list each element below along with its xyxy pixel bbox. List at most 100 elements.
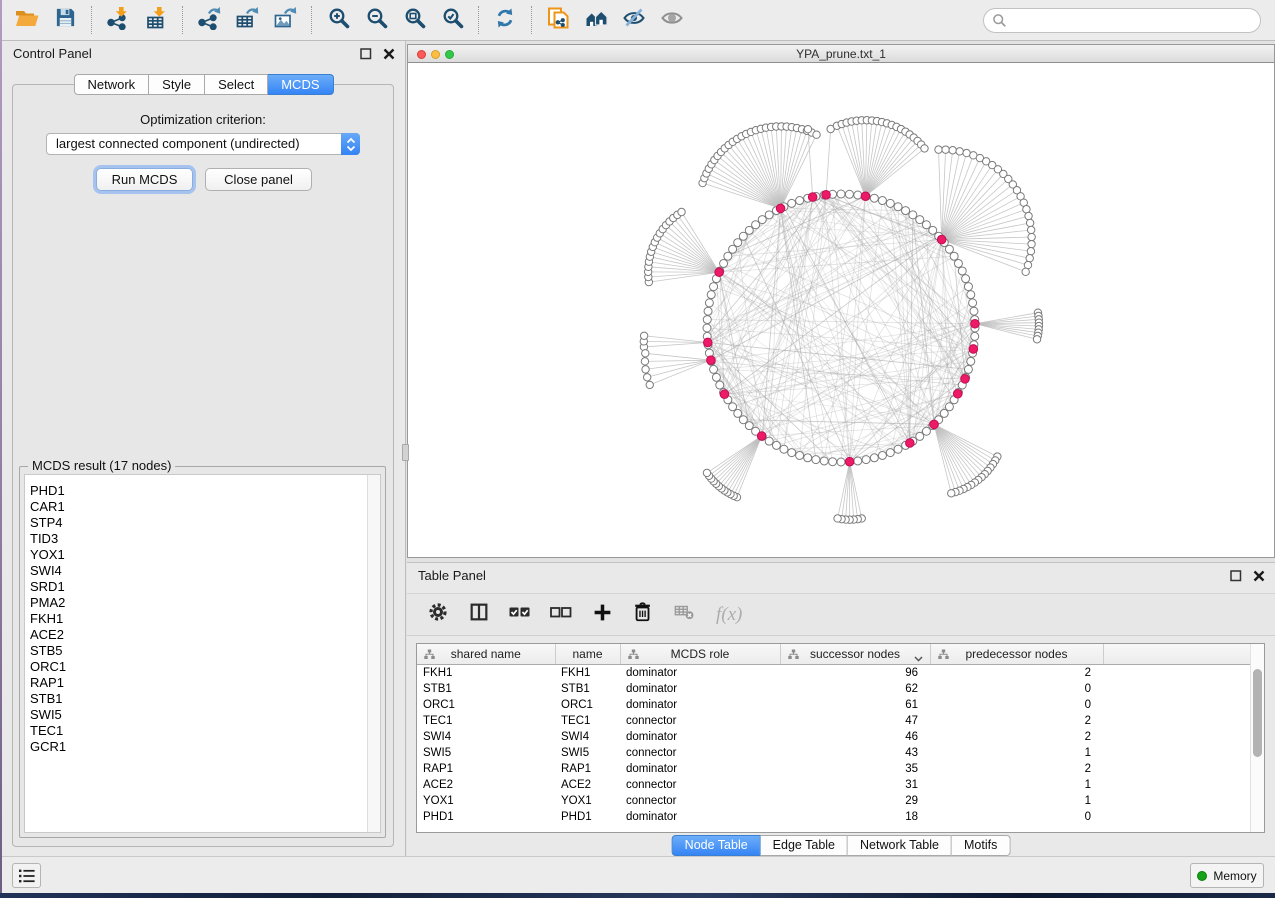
zoom-out-button[interactable] (357, 3, 395, 37)
function-builder-button[interactable]: f(x) (716, 604, 742, 626)
search-input[interactable] (1007, 11, 1260, 31)
graph-node[interactable] (729, 403, 737, 411)
graph-node[interactable] (765, 437, 773, 445)
split-columns-button[interactable] (466, 602, 492, 628)
graph-node[interactable] (922, 427, 930, 435)
mcds-node-item[interactable]: TID3 (30, 531, 380, 547)
graph-node[interactable] (710, 365, 718, 373)
graph-node[interactable] (1022, 268, 1029, 275)
network-window-titlebar[interactable]: YPA_prune.txt_1 (408, 45, 1274, 63)
graph-node[interactable] (734, 409, 742, 417)
column-header-predecessor-nodes[interactable]: predecessor nodes (930, 644, 1103, 664)
graph-node[interactable] (729, 245, 737, 253)
mcds-node-item[interactable]: STB5 (30, 643, 380, 659)
table-row[interactable]: RAP1RAP1dominator352 (417, 761, 1250, 777)
graph-node[interactable] (949, 147, 956, 154)
mcds-node[interactable] (961, 375, 970, 384)
graph-node[interactable] (796, 451, 804, 459)
zoom-fit-button[interactable] (395, 3, 433, 37)
graph-node[interactable] (703, 324, 711, 332)
graph-node[interactable] (704, 307, 712, 315)
graph-node[interactable] (720, 259, 728, 267)
graph-node[interactable] (796, 197, 804, 205)
mcds-node[interactable] (707, 356, 716, 365)
graph-node[interactable] (909, 211, 917, 219)
graph-node[interactable] (921, 145, 928, 152)
graph-node[interactable] (707, 291, 715, 299)
tab-mcds[interactable]: MCDS (268, 74, 333, 95)
table-row[interactable]: SWI4SWI4dominator462 (417, 729, 1250, 745)
mcds-node[interactable] (720, 390, 729, 399)
graph-node[interactable] (788, 449, 796, 457)
mcds-node[interactable] (703, 338, 712, 347)
mcds-node[interactable] (757, 432, 766, 441)
tab-edge-table[interactable]: Edge Table (761, 835, 848, 856)
graph-node[interactable] (967, 357, 975, 365)
close-panel-button[interactable] (382, 47, 395, 60)
column-header-shared-name[interactable]: shared name (417, 644, 555, 664)
graph-node[interactable] (962, 275, 970, 283)
graph-node[interactable] (780, 445, 788, 453)
close-table-panel-button[interactable] (1252, 569, 1265, 582)
import-network-button[interactable] (99, 3, 137, 37)
graph-node[interactable] (703, 469, 710, 476)
graph-node[interactable] (646, 381, 653, 388)
graph-node[interactable] (812, 456, 820, 464)
mcds-node-item[interactable]: TEC1 (30, 723, 380, 739)
tab-select[interactable]: Select (205, 74, 268, 95)
graph-node[interactable] (837, 190, 845, 198)
table-row[interactable]: FKH1FKH1dominator962 (417, 664, 1250, 681)
graph-node[interactable] (894, 203, 902, 211)
add-column-button[interactable] (589, 602, 615, 628)
graph-node[interactable] (1026, 255, 1033, 262)
graph-node[interactable] (958, 267, 966, 275)
optimization-criterion-select[interactable]: largest connected component (undirected) (46, 133, 360, 155)
graph-node[interactable] (967, 291, 975, 299)
mcds-node[interactable] (930, 420, 939, 429)
graph-node[interactable] (705, 299, 713, 307)
graph-node[interactable] (641, 358, 648, 365)
mcds-node[interactable] (906, 439, 915, 448)
tab-network-table[interactable]: Network Table (848, 835, 952, 856)
tab-motifs[interactable]: Motifs (952, 835, 1010, 856)
table-row[interactable]: SWI5SWI5connector431 (417, 745, 1250, 761)
export-image-button[interactable] (266, 3, 304, 37)
graph-node[interactable] (820, 457, 828, 465)
tab-style[interactable]: Style (149, 74, 205, 95)
graph-node[interactable] (878, 451, 886, 459)
graph-node[interactable] (1027, 226, 1034, 233)
graph-node[interactable] (902, 207, 910, 215)
column-header-mcds-role[interactable]: MCDS role (620, 644, 780, 664)
graph-node[interactable] (916, 216, 924, 224)
mcds-node[interactable] (937, 235, 946, 244)
mcds-node[interactable] (808, 193, 817, 202)
tab-network[interactable]: Network (73, 74, 149, 95)
mcds-node[interactable] (715, 268, 724, 277)
float-panel-button[interactable] (359, 47, 372, 60)
graph-node[interactable] (845, 190, 853, 198)
mcds-node-item[interactable]: YOX1 (30, 547, 380, 563)
graph-node[interactable] (942, 146, 949, 153)
graph-node[interactable] (640, 332, 647, 339)
mcds-node-item[interactable]: FKH1 (30, 611, 380, 627)
mcds-node-item[interactable]: SWI5 (30, 707, 380, 723)
graph-node[interactable] (813, 131, 820, 138)
graph-node[interactable] (948, 490, 955, 497)
graph-node[interactable] (854, 191, 862, 199)
mcds-node-item[interactable]: STP4 (30, 515, 380, 531)
delete-column-button[interactable] (630, 602, 656, 628)
mcds-node[interactable] (776, 204, 785, 213)
table-row[interactable]: ACE2ACE2connector311 (417, 777, 1250, 793)
delete-table-button[interactable] (671, 602, 697, 628)
run-mcds-button[interactable]: Run MCDS (96, 168, 193, 191)
table-scrollbar[interactable] (1250, 644, 1264, 832)
graph-node[interactable] (971, 332, 979, 340)
graph-node[interactable] (716, 381, 724, 389)
clone-network-button[interactable] (539, 3, 577, 37)
float-table-panel-button[interactable] (1229, 569, 1242, 582)
graph-node[interactable] (772, 441, 780, 449)
mcds-node[interactable] (953, 389, 962, 398)
graph-node[interactable] (870, 454, 878, 462)
network-overview-button[interactable] (577, 3, 615, 37)
refresh-button[interactable] (486, 3, 524, 37)
